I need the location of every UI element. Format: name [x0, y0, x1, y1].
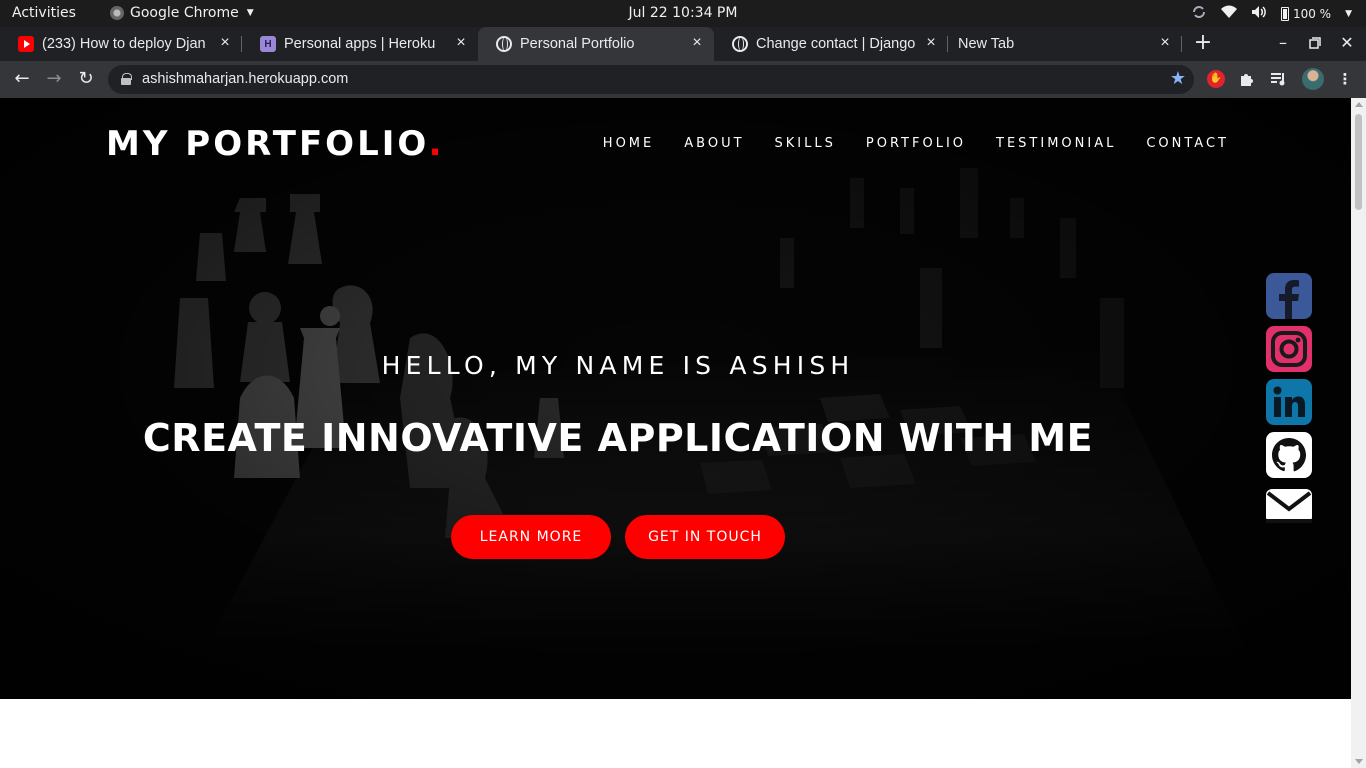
close-window-button[interactable]: ✕: [1335, 31, 1359, 55]
linkedin-icon[interactable]: [1266, 379, 1312, 425]
nav-about[interactable]: ABOUT: [684, 136, 744, 151]
url-text[interactable]: ashishmaharjan.herokuapp.com: [142, 71, 348, 87]
globe-icon: [496, 36, 512, 52]
mail-icon[interactable]: [1266, 485, 1312, 531]
scrollbar-thumb[interactable]: [1355, 114, 1362, 210]
menu-kebab-icon[interactable]: ⋮: [1334, 68, 1356, 90]
get-in-touch-button[interactable]: GET IN TOUCH: [625, 515, 785, 559]
media-controls-icon[interactable]: [1268, 68, 1290, 90]
close-icon[interactable]: ×: [454, 35, 468, 51]
web-page: MY PORTFOLIO. HOME ABOUT SKILLS PORTFOLI…: [0, 98, 1351, 768]
youtube-icon: [18, 36, 34, 52]
close-icon[interactable]: ×: [218, 35, 232, 51]
github-icon[interactable]: [1266, 432, 1312, 478]
battery-indicator: 100 %: [1280, 6, 1332, 21]
heroku-icon: H: [260, 36, 276, 52]
nav-contact[interactable]: CONTACT: [1146, 136, 1229, 151]
nav-portfolio[interactable]: PORTFOLIO: [866, 136, 966, 151]
new-tab-button[interactable]: +: [1192, 30, 1214, 56]
restore-button[interactable]: [1303, 31, 1327, 55]
nav-home[interactable]: HOME: [603, 136, 654, 151]
sync-icon: [1191, 4, 1207, 23]
tab-title: (233) How to deploy Djan: [42, 36, 206, 52]
profile-avatar[interactable]: [1302, 68, 1324, 90]
extensions-puzzle-icon[interactable]: [1236, 68, 1258, 90]
tab-separator: [1181, 36, 1182, 52]
battery-level: 100 %: [1292, 6, 1332, 21]
volume-icon: [1251, 5, 1267, 22]
chevron-down-icon: ▼: [1345, 8, 1352, 19]
tab-strip: (233) How to deploy Djan × H Personal ap…: [0, 27, 1366, 61]
hero-section: MY PORTFOLIO. HOME ABOUT SKILLS PORTFOLI…: [0, 98, 1351, 699]
brand-text: MY PORTFOLIO: [106, 124, 429, 164]
scroll-up-icon[interactable]: [1355, 102, 1363, 107]
wifi-icon: [1220, 5, 1237, 22]
close-icon[interactable]: ×: [690, 35, 704, 51]
facebook-icon[interactable]: [1266, 273, 1312, 319]
address-bar[interactable]: ashishmaharjan.herokuapp.com ★: [108, 65, 1194, 94]
system-tray[interactable]: 100 % ▼: [1191, 4, 1352, 23]
learn-more-button[interactable]: LEARN MORE: [451, 515, 611, 559]
clock[interactable]: Jul 22 10:34 PM: [0, 5, 1366, 21]
tab-title: Personal apps | Heroku: [284, 36, 436, 52]
instagram-icon[interactable]: [1266, 326, 1312, 372]
tab-title: Personal Portfolio: [520, 36, 635, 52]
hero-greeting: HELLO, MY NAME IS ASHISH: [381, 351, 855, 380]
tab-django-admin[interactable]: Change contact | Django ×: [714, 27, 948, 61]
brand-dot: .: [428, 124, 445, 164]
tab-title: Change contact | Django: [756, 36, 916, 52]
system-top-bar: Activities Google Chrome ▼ Jul 22 10:34 …: [0, 0, 1366, 27]
nav-testimonial[interactable]: TESTIMONIAL: [996, 136, 1116, 151]
battery-icon: [1280, 6, 1289, 21]
extension-icon[interactable]: ✋: [1207, 70, 1225, 88]
tab-title: New Tab: [958, 36, 1015, 52]
tab-new-tab[interactable]: New Tab ×: [948, 27, 1182, 61]
globe-icon: [732, 36, 748, 52]
close-icon[interactable]: ×: [924, 35, 938, 51]
page-scrollbar[interactable]: [1351, 98, 1366, 768]
close-icon[interactable]: ×: [1158, 35, 1172, 51]
site-nav: HOME ABOUT SKILLS PORTFOLIO TESTIMONIAL …: [603, 136, 1229, 151]
forward-button[interactable]: →: [43, 68, 65, 90]
nav-skills[interactable]: SKILLS: [775, 136, 836, 151]
bookmark-star-icon[interactable]: ★: [1170, 68, 1186, 89]
tab-youtube[interactable]: (233) How to deploy Djan ×: [0, 27, 242, 61]
tab-heroku[interactable]: H Personal apps | Heroku ×: [242, 27, 478, 61]
back-button[interactable]: ←: [11, 68, 33, 90]
hero-headline: CREATE INNOVATIVE APPLICATION WITH ME: [142, 416, 1094, 460]
minimize-button[interactable]: –: [1271, 31, 1295, 55]
chess-background-image: [0, 98, 1351, 699]
lock-icon[interactable]: [121, 73, 132, 85]
scroll-down-icon[interactable]: [1355, 759, 1363, 764]
tab-personal-portfolio[interactable]: Personal Portfolio ×: [478, 27, 714, 61]
browser-toolbar: ← → ↻ ashishmaharjan.herokuapp.com ★ ✋ ⋮: [0, 61, 1366, 98]
reload-button[interactable]: ↻: [75, 68, 97, 90]
site-brand[interactable]: MY PORTFOLIO.: [106, 124, 444, 164]
